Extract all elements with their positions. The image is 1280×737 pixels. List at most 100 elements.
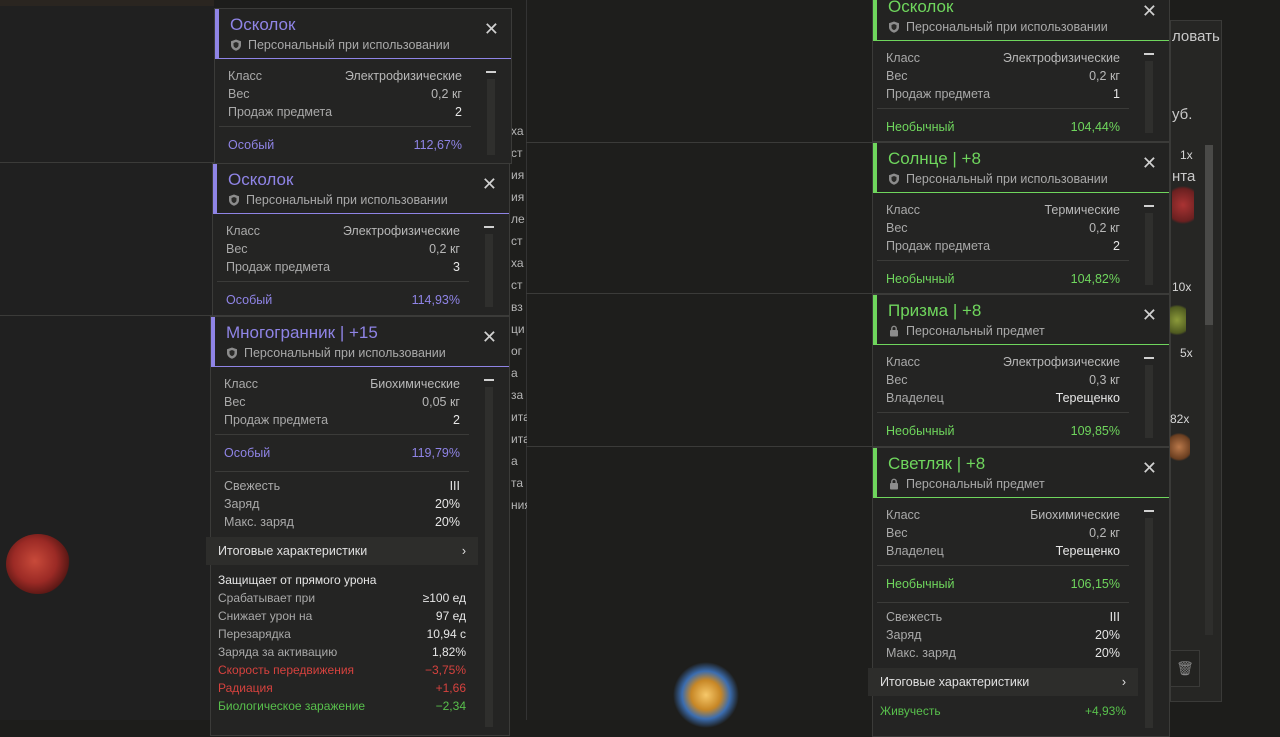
property-row: Класс Биохимические xyxy=(877,506,1129,524)
item-binding: Персональный при использовании xyxy=(226,346,446,360)
item-binding-text: Персональный при использовании xyxy=(906,172,1108,186)
property-label: Класс xyxy=(226,224,261,238)
property-value: 0,3 кг xyxy=(1089,373,1120,387)
property-row: Вес 0,2 кг xyxy=(877,67,1129,85)
close-icon[interactable]: ✕ xyxy=(482,328,497,346)
effect-value: 1,82% xyxy=(431,645,466,659)
property-value: Биохимические xyxy=(370,377,460,391)
chevron-right-icon: › xyxy=(1121,675,1126,689)
tooltip-scrollbar[interactable] xyxy=(1144,53,1154,133)
close-icon[interactable]: ✕ xyxy=(1142,459,1157,477)
item-artifact-icon[interactable] xyxy=(1168,430,1190,464)
stat-label: Свежесть xyxy=(886,610,943,624)
stat-row: Макс. заряд 20% xyxy=(877,644,1129,662)
property-row: Продаж предмета 1 xyxy=(877,85,1129,103)
item-title: Осколок xyxy=(228,170,294,189)
stat-row: Заряд 20% xyxy=(877,626,1129,644)
tooltip-body: Класс Биохимические Вес 0,05 кг Продаж предм… xyxy=(206,375,478,715)
property-label: Продаж предмета xyxy=(224,413,329,427)
item-title: Светляк | +8 xyxy=(888,454,986,473)
property-row: Вес 0,2 кг xyxy=(217,240,469,258)
effect-label: Биологическое заражение xyxy=(218,699,366,713)
background-divider xyxy=(526,293,872,294)
tooltip-scrollbar[interactable] xyxy=(1144,510,1154,728)
background-menu-fragments: ха ст ия ия ле ст ха ст вз ци ог а за ита ита а та ния xyxy=(511,124,527,520)
right-item-tooltip-card: Призма | +8 Персональный предмет ✕ Класс Эле… xyxy=(872,294,1170,447)
close-icon[interactable]: ✕ xyxy=(484,20,499,38)
rarity-label: Особый xyxy=(224,446,271,460)
property-label: Вес xyxy=(886,221,908,235)
item-title: Солнце | +8 xyxy=(888,149,981,168)
property-label: Продаж предмета xyxy=(886,87,991,101)
close-icon[interactable]: ✕ xyxy=(482,175,497,193)
rarity-row: Необычный 104,82% xyxy=(877,266,1129,292)
ground-artifact-icon[interactable] xyxy=(6,534,70,594)
item-binding: Персональный при использовании xyxy=(888,20,1108,34)
effects-list: Защищает от прямого урона Срабатывает при… xyxy=(206,571,478,715)
property-row: Продаж предмета 3 xyxy=(217,258,469,276)
property-row: Класс Электрофизические xyxy=(217,222,469,240)
tooltip-scrollbar[interactable] xyxy=(484,379,494,727)
item-artifact-icon[interactable] xyxy=(1172,180,1194,230)
menu-fragment-text: ия xyxy=(511,168,525,182)
property-value: Термические xyxy=(1044,203,1120,217)
effect-row: Заряда за активацию 1,82% xyxy=(206,643,478,661)
effect-row: Перезарядка 10,94 с xyxy=(206,625,478,643)
divider xyxy=(215,434,469,435)
menu-fragment-text: ита xyxy=(511,410,527,424)
property-row: Вес 0,3 кг xyxy=(877,371,1129,389)
property-label: Владелец xyxy=(886,544,944,558)
rarity-label: Особый xyxy=(228,138,275,152)
effect-value: +1,66 xyxy=(435,681,466,695)
close-icon[interactable]: ✕ xyxy=(1142,306,1157,324)
property-value: 2 xyxy=(453,413,460,427)
property-label: Продаж предмета xyxy=(228,105,333,119)
stat-value: 20% xyxy=(1094,628,1120,642)
stat-value: 20% xyxy=(434,497,460,511)
close-icon[interactable]: ✕ xyxy=(1142,154,1157,172)
stat-row: Свежесть III xyxy=(877,608,1129,626)
tooltip-header: Многогранник | +15 Персональный при испол… xyxy=(211,317,509,367)
stat-value: 20% xyxy=(434,515,460,529)
tooltip-scrollbar[interactable] xyxy=(1144,205,1154,285)
effect-row: Снижает урон на 97 ед xyxy=(206,607,478,625)
totals-toggle-button[interactable]: Итоговые характеристики › xyxy=(206,537,478,565)
inventory-scrollbar[interactable] xyxy=(1205,145,1213,635)
effect-row-negative: Радиация +1,66 xyxy=(206,679,478,697)
trash-icon[interactable]: 🗑 xyxy=(1170,650,1200,687)
item-binding: Персональный при использовании xyxy=(228,193,448,207)
tooltip-header: Призма | +8 Персональный предмет ✕ xyxy=(873,295,1169,345)
property-row: Класс Биохимические xyxy=(215,375,469,393)
shield-icon xyxy=(226,347,238,359)
item-title: Призма | +8 xyxy=(888,301,982,320)
effect-label: Заряда за активацию xyxy=(218,645,338,659)
menu-fragment-text: за xyxy=(511,388,524,402)
tooltip-scrollbar[interactable] xyxy=(484,226,494,307)
property-value: 1 xyxy=(1113,87,1120,101)
scroll-thumb[interactable] xyxy=(1205,145,1213,325)
property-row: Вес 0,05 кг xyxy=(215,393,469,411)
effects-title: Защищает от прямого урона xyxy=(218,573,377,587)
shield-icon xyxy=(888,173,900,185)
property-value: 3 xyxy=(453,260,460,274)
property-row: Владелец Терещенко xyxy=(877,389,1129,407)
divider xyxy=(217,281,469,282)
item-title: Осколок xyxy=(888,0,954,16)
totals-toggle-button[interactable]: Итоговые характеристики › xyxy=(868,668,1138,696)
tooltip-scrollbar[interactable] xyxy=(486,71,496,155)
tooltip-scrollbar[interactable] xyxy=(1144,357,1154,438)
right-item-tooltip-card: Осколок Персональный при использовании ✕ Кл… xyxy=(872,0,1170,142)
menu-fragment-text: ст xyxy=(511,234,523,248)
stat-label: Макс. заряд xyxy=(886,646,956,660)
property-label: Вес xyxy=(228,87,250,101)
close-icon[interactable]: ✕ xyxy=(1142,2,1157,20)
property-value: 0,2 кг xyxy=(1089,221,1120,235)
scroll-up-marker xyxy=(1144,357,1154,359)
item-artifact-icon[interactable] xyxy=(1168,300,1186,340)
stat-value: III xyxy=(1109,610,1120,624)
property-label: Вес xyxy=(886,69,908,83)
rarity-row: Особый 114,93% xyxy=(217,287,469,313)
property-label: Вес xyxy=(224,395,246,409)
rarity-value: 114,93% xyxy=(411,293,460,307)
menu-fragment-text: ст xyxy=(511,278,523,292)
